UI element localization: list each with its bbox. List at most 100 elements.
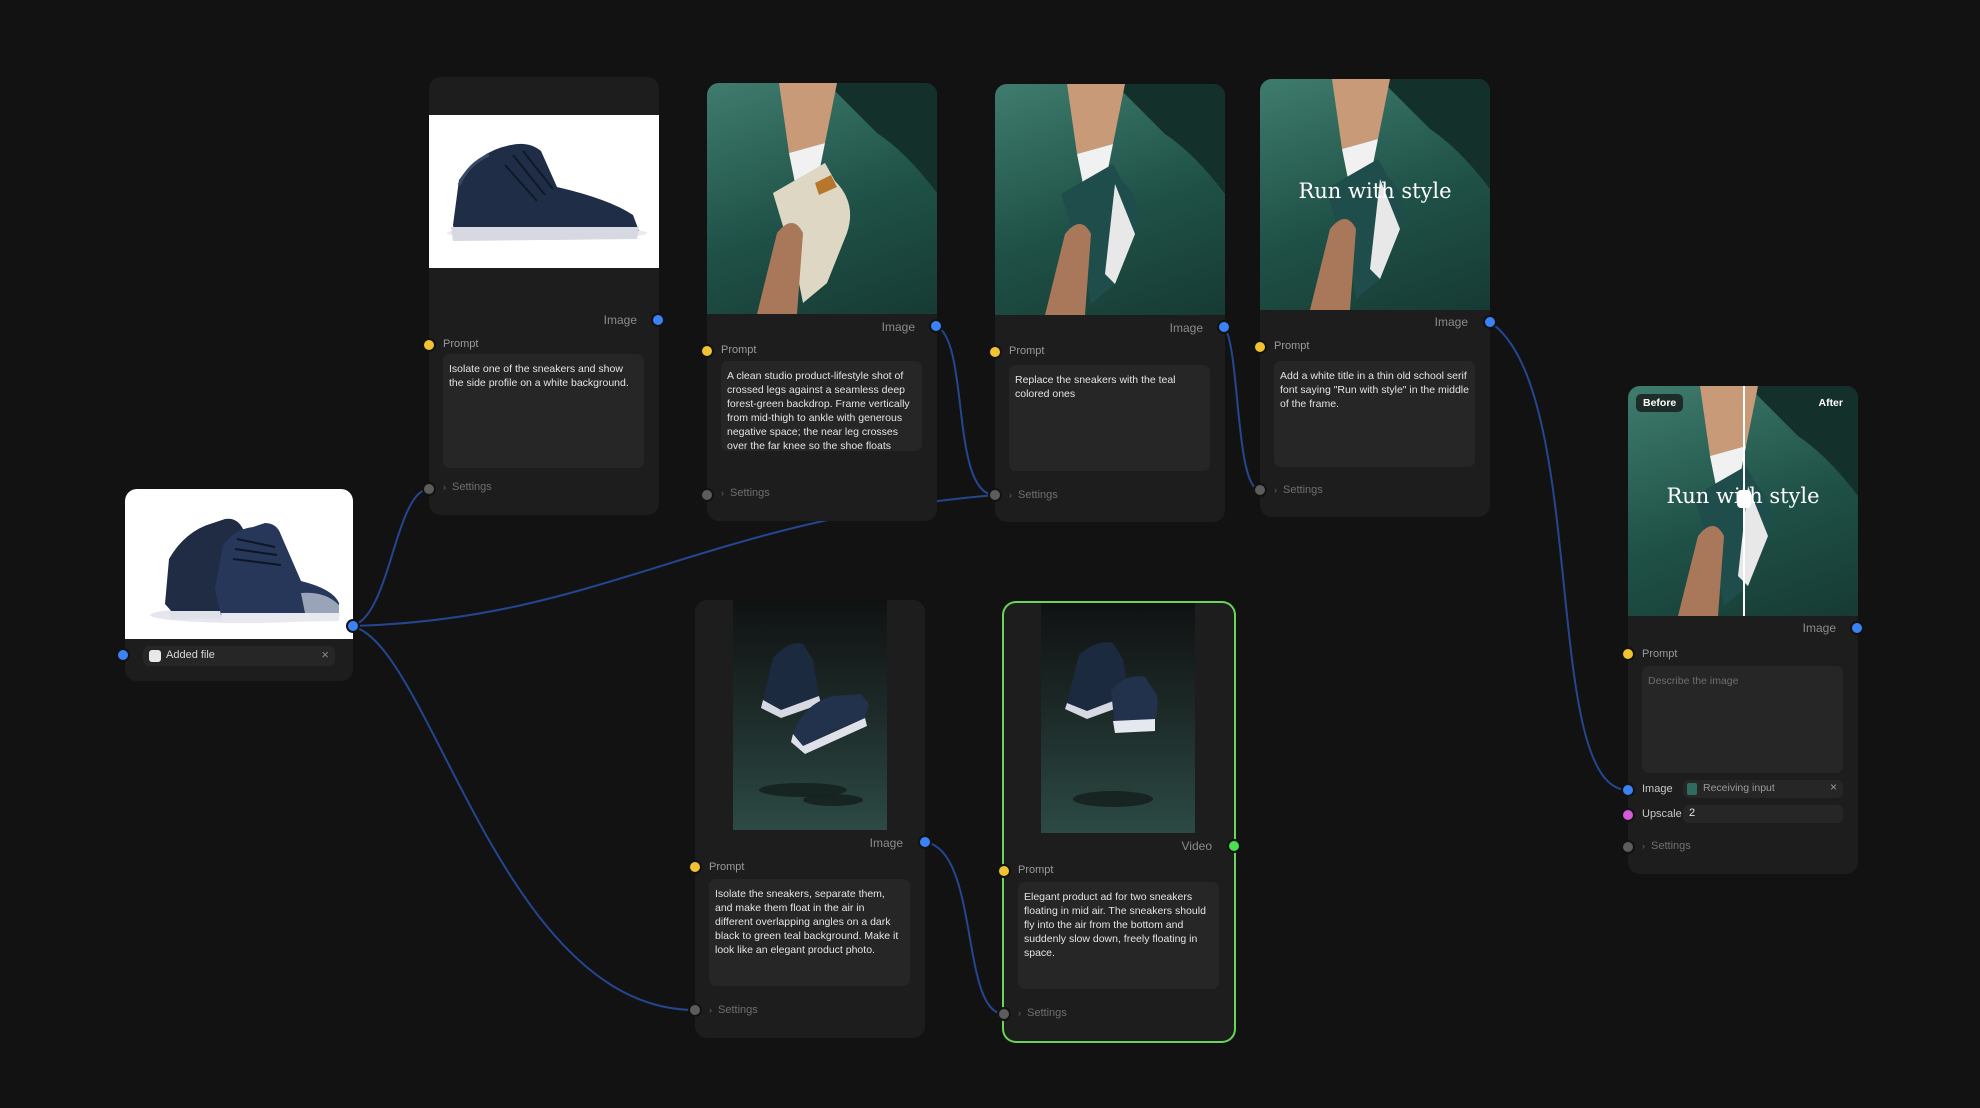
source-input-port[interactable] (118, 650, 128, 660)
video-output-port[interactable] (1229, 841, 1239, 851)
before-badge: Before (1636, 394, 1684, 412)
prompt-text: Isolate one of the sneakers and show the… (449, 363, 629, 389)
prompt-label: Prompt (1018, 864, 1054, 876)
prompt-input[interactable]: A clean studio product-lifestyle shot of… (721, 361, 922, 451)
after-badge: After (1818, 397, 1843, 409)
output-label-video: Video (1181, 839, 1212, 853)
image-input-thumbnail (1687, 783, 1697, 795)
image-output-port[interactable] (1852, 623, 1862, 633)
settings-input-port[interactable] (690, 1005, 700, 1015)
prompt-input-port[interactable] (702, 346, 712, 356)
image-input-label: Image (1642, 783, 1673, 795)
settings-label: Settings (1027, 1007, 1067, 1019)
close-icon[interactable]: × (321, 647, 329, 662)
added-file-pill[interactable]: Added file × (143, 646, 335, 666)
compare-handle[interactable] (1737, 490, 1751, 508)
chevron-right-icon: › (1018, 1008, 1021, 1018)
source-file-node[interactable]: Added file × (125, 489, 353, 681)
settings-label: Settings (1018, 489, 1058, 501)
prompt-label: Prompt (1274, 340, 1310, 352)
prompt-text: A clean studio product-lifestyle shot of… (727, 370, 910, 451)
node-replace-sneakers[interactable]: Image Prompt Replace the sneakers with t… (995, 84, 1225, 522)
edge-source-to-isolate (350, 488, 430, 627)
node-studio-lifestyle[interactable]: Image Prompt A clean studio product-life… (707, 83, 937, 521)
prompt-text: Elegant product ad for two sneakers floa… (1024, 891, 1206, 959)
file-icon (149, 650, 161, 662)
prompt-input-port[interactable] (1255, 342, 1265, 352)
output-label-image: Image (1169, 321, 1203, 335)
video-frame-image (1041, 603, 1195, 833)
settings-label: Settings (1651, 840, 1691, 852)
settings-input-port[interactable] (999, 1009, 1009, 1019)
close-icon[interactable]: × (1830, 780, 1837, 794)
settings-input-port[interactable] (424, 484, 434, 494)
image-output-port[interactable] (1219, 322, 1229, 332)
output-label-image: Image (1434, 315, 1468, 329)
source-output-port[interactable] (348, 621, 358, 631)
settings-input-port[interactable] (702, 490, 712, 500)
edge-source-to-float (350, 625, 696, 1011)
settings-toggle[interactable]: › Settings (721, 487, 770, 499)
node-add-title[interactable]: Run with style Image Prompt Add a white … (1260, 79, 1490, 517)
node-float-sneakers[interactable]: Image Prompt Isolate the sneakers, separ… (695, 600, 925, 1038)
prompt-text: Isolate the sneakers, separate them, and… (715, 888, 899, 956)
legs-teal-sneaker-image (995, 84, 1225, 315)
floating-sneakers-image (733, 600, 887, 830)
image-output-port[interactable] (931, 321, 941, 331)
settings-label: Settings (730, 487, 770, 499)
settings-input-port[interactable] (1623, 842, 1633, 852)
white-sneaker-image (429, 115, 659, 268)
prompt-input[interactable]: Describe the image (1642, 666, 1843, 773)
upscale-value-field[interactable]: 2 (1683, 805, 1843, 823)
prompt-label: Prompt (443, 338, 479, 350)
output-label-image: Image (1802, 621, 1836, 635)
prompt-input[interactable]: Isolate one of the sneakers and show the… (443, 354, 644, 468)
prompt-label: Prompt (1642, 648, 1678, 660)
settings-toggle[interactable]: › Settings (1274, 484, 1323, 496)
prompt-input-port[interactable] (999, 866, 1009, 876)
upscale-label: Upscale (1642, 808, 1682, 820)
upscale-value: 2 (1689, 807, 1696, 819)
before-after-image[interactable]: Run with style Before After (1628, 386, 1858, 616)
image-output-port[interactable] (653, 315, 663, 325)
prompt-input-port[interactable] (424, 340, 434, 350)
image-output-port[interactable] (1485, 317, 1495, 327)
settings-toggle[interactable]: › Settings (1009, 489, 1058, 501)
node-upscale[interactable]: Run with style Before After Image Prompt… (1628, 386, 1858, 874)
node-video-ad[interactable]: Video Prompt Elegant product ad for two … (1004, 603, 1234, 1041)
prompt-input[interactable]: Add a white title in a thin old school s… (1274, 361, 1475, 467)
edge-studio-to-replace (935, 325, 996, 496)
legs-beige-sneaker-image (707, 83, 937, 314)
added-file-label: Added file (166, 649, 215, 661)
chevron-right-icon: › (721, 488, 724, 498)
receiving-input-field[interactable]: Receiving input × (1683, 780, 1843, 798)
settings-toggle[interactable]: › Settings (443, 481, 492, 493)
prompt-placeholder: Describe the image (1648, 675, 1739, 687)
settings-toggle[interactable]: › Settings (1018, 1007, 1067, 1019)
image-input-port[interactable] (1623, 785, 1633, 795)
settings-toggle[interactable]: › Settings (709, 1004, 758, 1016)
prompt-input[interactable]: Replace the sneakers with the teal color… (1009, 365, 1210, 471)
settings-input-port[interactable] (990, 490, 1000, 500)
settings-input-port[interactable] (1255, 485, 1265, 495)
prompt-input-port[interactable] (690, 862, 700, 872)
prompt-text: Add a white title in a thin old school s… (1280, 370, 1469, 410)
receiving-input-text: Receiving input (1703, 782, 1775, 794)
output-label-image: Image (869, 836, 903, 850)
prompt-input-port[interactable] (1623, 649, 1633, 659)
image-output-port[interactable] (920, 837, 930, 847)
edge-replace-to-title (1223, 326, 1261, 491)
prompt-input[interactable]: Elegant product ad for two sneakers floa… (1018, 882, 1219, 989)
chevron-right-icon: › (1009, 490, 1012, 500)
output-label-image: Image (603, 313, 637, 327)
node-isolate-side-profile[interactable]: Image Prompt Isolate one of the sneakers… (429, 77, 659, 515)
settings-toggle[interactable]: › Settings (1642, 840, 1691, 852)
output-label-image: Image (881, 320, 915, 334)
prompt-input-port[interactable] (990, 347, 1000, 357)
upscale-input-port[interactable] (1623, 810, 1633, 820)
settings-label: Settings (452, 481, 492, 493)
source-sneakers-thumbnail (125, 489, 353, 639)
prompt-input[interactable]: Isolate the sneakers, separate them, and… (709, 879, 910, 986)
prompt-text: Replace the sneakers with the teal color… (1015, 374, 1176, 400)
settings-label: Settings (1283, 484, 1323, 496)
